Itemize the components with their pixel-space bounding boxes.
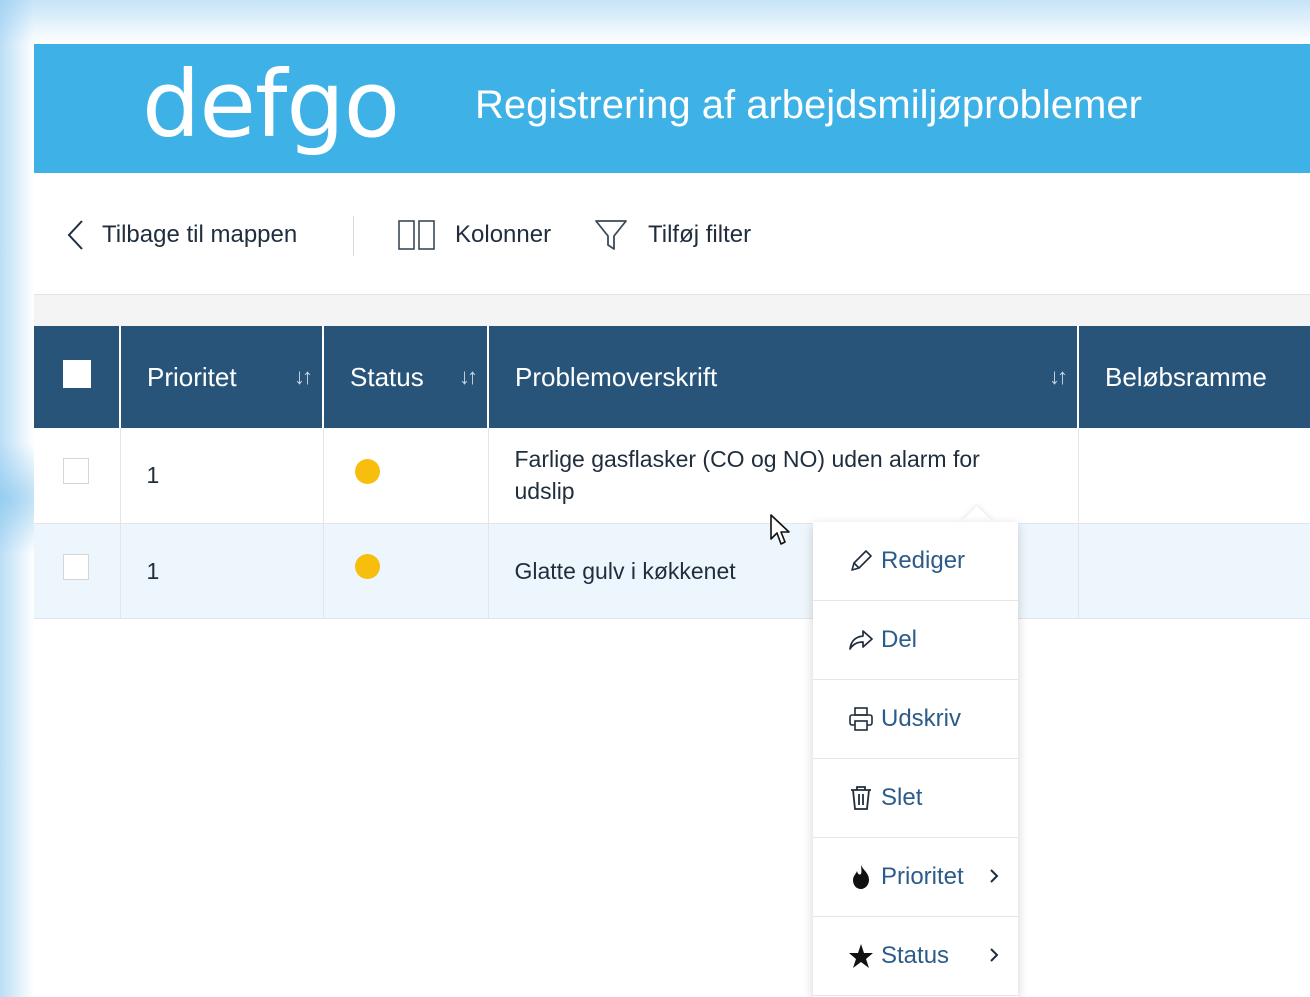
chevron-right-icon bbox=[988, 944, 1000, 972]
menu-item-status[interactable]: Status bbox=[813, 917, 1018, 996]
toolbar: Tilbage til mappen Kolonner Tilføj filte… bbox=[34, 173, 1310, 295]
menu-item-priority[interactable]: Prioritet bbox=[813, 838, 1018, 917]
printer-icon bbox=[847, 706, 875, 732]
flame-icon bbox=[847, 864, 875, 890]
menu-item-share[interactable]: Del bbox=[813, 601, 1018, 680]
mouse-cursor-icon bbox=[769, 513, 793, 552]
priority-cell: 1 bbox=[120, 523, 324, 619]
table-header-row: Prioritet ↓↑ Status ↓↑ Problemoverskrift… bbox=[34, 326, 1310, 428]
page-title: Registrering af arbejdsmiljøproblemer bbox=[475, 83, 1142, 127]
columns-label: Kolonner bbox=[455, 221, 552, 248]
add-filter-button[interactable]: Tilføj filter bbox=[594, 218, 751, 252]
chevron-right-icon bbox=[988, 865, 1000, 893]
filter-icon bbox=[594, 219, 628, 251]
pencil-icon bbox=[847, 548, 875, 574]
toolbar-band bbox=[34, 295, 1310, 326]
row-select-cell bbox=[34, 428, 121, 524]
defgo-logo: defgo bbox=[142, 51, 400, 158]
trash-icon bbox=[847, 785, 875, 811]
column-header-label: Beløbsramme bbox=[1105, 361, 1267, 392]
menu-item-label: Slet bbox=[881, 784, 923, 811]
share-icon bbox=[847, 628, 875, 652]
row-checkbox[interactable] bbox=[63, 553, 89, 580]
column-header-label: Problemoverskrift bbox=[515, 361, 718, 392]
status-dot-icon bbox=[354, 458, 380, 484]
back-label: Tilbage til mappen bbox=[102, 221, 298, 248]
menu-item-edit[interactable]: Rediger bbox=[813, 522, 1018, 601]
sort-icon[interactable]: ↓↑ bbox=[459, 364, 478, 390]
column-header-label: Status bbox=[350, 361, 424, 392]
toolbar-divider bbox=[353, 216, 354, 256]
menu-item-delete[interactable]: Slet bbox=[813, 759, 1018, 838]
back-to-folder-button[interactable]: Tilbage til mappen bbox=[66, 218, 297, 252]
problems-table: Prioritet ↓↑ Status ↓↑ Problemoverskrift… bbox=[34, 326, 1310, 619]
context-menu-caret bbox=[961, 506, 993, 522]
menu-item-label: Rediger bbox=[881, 547, 966, 574]
table-row[interactable]: 1 Farlige gasflasker (CO og NO) uden ala… bbox=[34, 428, 1310, 524]
status-dot-icon bbox=[354, 554, 380, 579]
columns-icon bbox=[398, 220, 435, 250]
row-context-menu: Rediger Del Udskriv Slet Prioritet Statu… bbox=[813, 522, 1018, 997]
sort-icon[interactable]: ↓↑ bbox=[1049, 364, 1068, 390]
menu-item-print[interactable]: Udskriv bbox=[813, 680, 1018, 759]
column-header-title[interactable]: Problemoverskrift ↓↑ bbox=[488, 326, 1079, 428]
budget-cell bbox=[1078, 428, 1310, 524]
status-cell bbox=[323, 523, 489, 619]
columns-button[interactable]: Kolonner bbox=[398, 218, 551, 252]
app-header: defgo Registrering af arbejdsmiljøproble… bbox=[34, 44, 1310, 173]
budget-cell bbox=[1078, 523, 1310, 619]
app-window: defgo Registrering af arbejdsmiljøproble… bbox=[34, 44, 1310, 997]
column-header-status[interactable]: Status ↓↑ bbox=[323, 326, 489, 428]
menu-item-label: Udskriv bbox=[881, 705, 962, 732]
select-all-header bbox=[34, 326, 121, 428]
table-row[interactable]: 1 Glatte gulv i køkkenet bbox=[34, 523, 1310, 619]
select-all-checkbox[interactable] bbox=[63, 359, 91, 388]
sort-icon[interactable]: ↓↑ bbox=[294, 364, 313, 390]
chevron-left-icon bbox=[66, 218, 86, 252]
column-header-label: Prioritet bbox=[147, 361, 237, 392]
menu-item-label: Status bbox=[881, 942, 950, 969]
row-select-cell bbox=[34, 523, 121, 619]
priority-cell: 1 bbox=[120, 428, 324, 524]
menu-item-label: Del bbox=[881, 626, 918, 653]
status-cell bbox=[323, 428, 489, 524]
star-icon bbox=[847, 943, 875, 969]
column-header-budget[interactable]: Beløbsramme ↓↑ bbox=[1078, 326, 1310, 428]
row-checkbox[interactable] bbox=[63, 458, 89, 485]
filter-label: Tilføj filter bbox=[648, 221, 752, 248]
column-header-priority[interactable]: Prioritet ↓↑ bbox=[120, 326, 324, 428]
menu-item-label: Prioritet bbox=[881, 863, 964, 890]
